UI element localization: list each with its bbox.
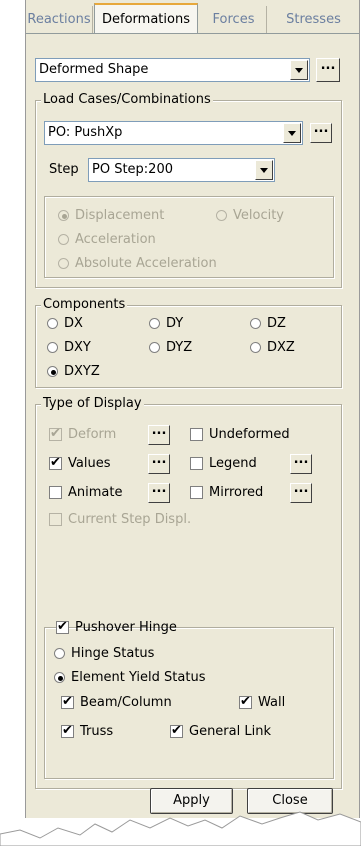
deform-more-button[interactable]: ... bbox=[148, 424, 170, 445]
load-case-select[interactable]: PO: PushXp bbox=[44, 121, 303, 145]
tab-stresses[interactable]: Stresses bbox=[268, 6, 359, 33]
tab-reactions[interactable]: Reactions bbox=[26, 6, 93, 33]
chevron-down-icon[interactable] bbox=[255, 160, 273, 180]
legend-more-button[interactable]: ... bbox=[290, 453, 312, 474]
load-cases-title: Load Cases/Combinations bbox=[41, 92, 213, 107]
deformation-panel: Reactions Deformations Forces Stresses D… bbox=[25, 0, 360, 818]
tab-forces[interactable]: Forces bbox=[201, 6, 267, 33]
load-case-more-button[interactable]: ... bbox=[310, 122, 332, 143]
display-type-more-button[interactable]: ... bbox=[316, 58, 340, 82]
tab-deformations[interactable]: Deformations bbox=[94, 3, 198, 33]
torn-edge-decoration bbox=[0, 811, 361, 846]
chevron-down-icon[interactable] bbox=[290, 60, 308, 80]
display-type-value: Deformed Shape bbox=[39, 62, 149, 77]
step-label: Step bbox=[49, 162, 79, 177]
mirrored-more-button[interactable]: ... bbox=[290, 482, 312, 503]
tab-divider bbox=[26, 33, 359, 34]
animate-more-button[interactable]: ... bbox=[148, 482, 170, 503]
display-type-select[interactable]: Deformed Shape bbox=[35, 58, 310, 82]
values-more-button[interactable]: ... bbox=[148, 453, 170, 474]
load-case-value: PO: PushXp bbox=[48, 125, 123, 140]
type-of-display-title: Type of Display bbox=[41, 396, 144, 411]
chevron-down-icon[interactable] bbox=[283, 123, 301, 143]
pushover-hinge-checkbox[interactable]: ✔ Pushover Hinge bbox=[56, 619, 177, 638]
components-title: Components bbox=[41, 297, 128, 312]
step-select[interactable]: PO Step:200 bbox=[88, 158, 275, 182]
step-value: PO Step:200 bbox=[92, 162, 173, 177]
